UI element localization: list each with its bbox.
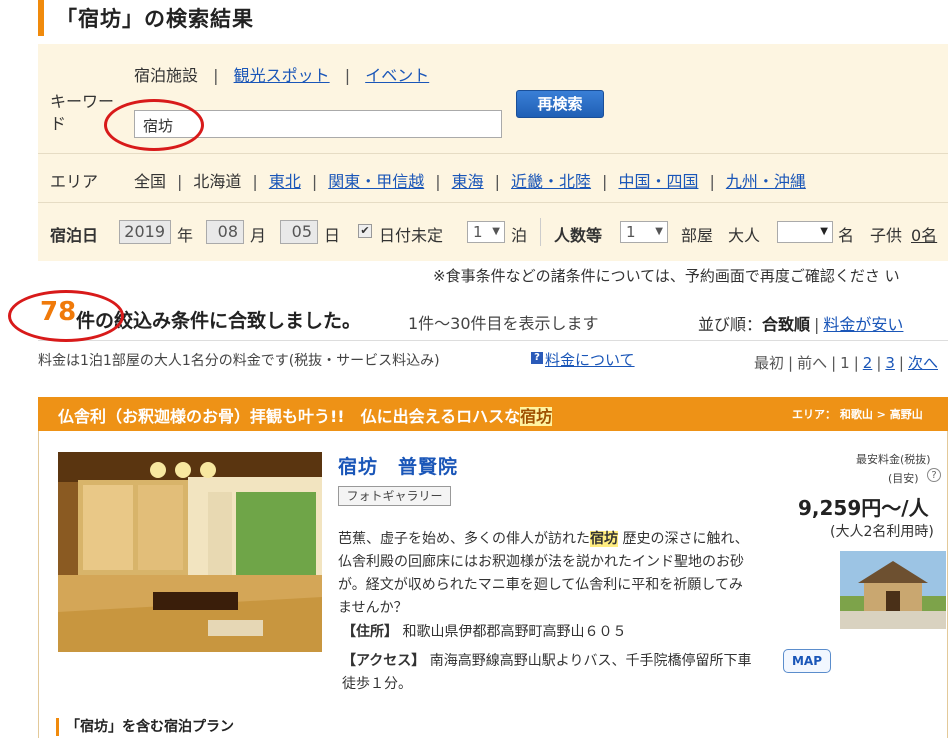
date-undecided-checkbox[interactable]: ✔ <box>358 224 372 238</box>
pager: 最初 | 前へ | 1 | 2 | 3 | 次へ <box>754 354 938 372</box>
listing-catch-text: 仏舎利（お釈迦様のお骨）拝観も叶う!! 仏に出会えるロハスな <box>58 407 521 426</box>
tab-lodging[interactable]: 宿泊施設 <box>134 66 198 85</box>
listing-catch: 仏舎利（お釈迦様のお骨）拝観も叶う!! 仏に出会えるロハスな宿坊 <box>58 403 553 427</box>
sort-price-link[interactable]: 料金が安い <box>823 315 903 334</box>
area-kinki[interactable]: 近畿・北陸 <box>511 172 591 191</box>
child-label: 子供 <box>870 226 903 245</box>
adult-unit: 名 <box>838 226 855 245</box>
research-button[interactable]: 再検索 <box>516 90 604 118</box>
help-icon[interactable]: ? <box>927 468 941 482</box>
area-kanto[interactable]: 関東・甲信越 <box>328 172 424 191</box>
title-accent-bar <box>38 0 44 36</box>
pager-page[interactable]: 2 <box>863 354 873 372</box>
price-value: 9,259円～/人 <box>798 496 929 520</box>
area-label: エリア <box>50 172 99 191</box>
inn-name-link[interactable]: 宿坊 普賢院 <box>338 452 458 479</box>
rooms-value: 1 <box>626 223 636 241</box>
area-hokkaido[interactable]: 北海道 <box>193 172 241 191</box>
question-icon: ? <box>531 352 543 364</box>
pager-page[interactable]: 1 <box>840 354 850 372</box>
price-sub: (目安) <box>888 472 919 485</box>
map-button[interactable]: MAP <box>783 649 831 673</box>
plan-heading: 「宿坊」を含む宿泊プラン <box>66 719 234 735</box>
inn-description: 芭蕉、虚子を始め、多くの俳人が訪れた宿坊 歴史の深さに触れ、仏舎利殿の回廊床には… <box>338 528 754 620</box>
people-label: 人数等 <box>554 226 603 245</box>
divider <box>38 340 948 341</box>
area-all[interactable]: 全国 <box>134 172 166 191</box>
area-list: 全国 | 北海道 | 東北 | 関東・甲信越 | 東海 | 近畿・北陸 | 中国・四国 | 九州・沖縄 <box>134 172 806 191</box>
tab-events[interactable]: イベント <box>365 66 429 85</box>
price-about-link[interactable]: 料金について <box>545 349 635 370</box>
area-kyushu[interactable]: 九州・沖縄 <box>726 172 806 191</box>
pager-prev[interactable]: 前へ <box>797 354 827 372</box>
pager-first[interactable]: 最初 <box>754 354 784 372</box>
year-unit: 年 <box>177 226 194 245</box>
nights-select[interactable]: 1 ▼ <box>467 221 505 243</box>
rooms-select[interactable]: 1 ▼ <box>620 221 668 243</box>
chevron-down-icon: ▼ <box>655 226 663 237</box>
inn-address: 【住所】 和歌山県伊都郡高野町高野山６０５ <box>342 621 626 641</box>
price-note: 料金は1泊1部屋の大人1名分の料金です(税抜・サービス料込み) <box>38 353 440 369</box>
chevron-down-icon: ▼ <box>492 226 500 237</box>
day-input[interactable]: 05 <box>280 220 318 244</box>
tab-spots[interactable]: 観光スポット <box>234 66 330 85</box>
date-undecided-label: 日付未定 <box>379 226 444 245</box>
pager-page[interactable]: 3 <box>885 354 895 372</box>
pager-next[interactable]: 次へ <box>908 354 938 372</box>
child-link[interactable]: 0名 <box>911 222 937 246</box>
rooms-unit: 部屋 <box>681 226 714 245</box>
nights-value: 1 <box>473 223 483 241</box>
month-unit: 月 <box>250 226 267 245</box>
date-label: 宿泊日 <box>50 226 99 245</box>
sort-control: 並び順：合致順 | 料金が安い <box>698 315 904 334</box>
year-input[interactable]: 2019 <box>119 220 171 244</box>
page-title: 「宿坊」の検索結果 <box>56 7 254 31</box>
sort-relevance[interactable]: 合致順 <box>762 315 810 334</box>
photo-gallery-button[interactable]: フォトギャラリー <box>338 486 451 506</box>
plan-accent-bar <box>56 718 59 736</box>
day-unit: 日 <box>324 226 341 245</box>
notice-text: ※食事条件などの諸条件については、予約画面で再度ご確認くださ い <box>433 267 900 285</box>
listing-catch-highlight: 宿坊 <box>520 407 553 426</box>
inn-photo[interactable] <box>58 452 322 652</box>
annotation-circle <box>8 290 124 342</box>
price-label: 最安料金(税抜) <box>856 453 931 466</box>
area-tohoku[interactable]: 東北 <box>269 172 301 191</box>
temple-thumbnail[interactable] <box>840 551 946 629</box>
nights-unit: 泊 <box>511 226 528 245</box>
adult-select[interactable]: ▼ <box>777 221 833 243</box>
chevron-down-icon: ▼ <box>820 226 828 237</box>
desc-text: 芭蕉、虚子を始め、多くの俳人が訪れた <box>338 531 590 547</box>
address-label: 【住所】 <box>342 624 398 640</box>
sort-label: 並び順： <box>698 315 763 334</box>
area-chugoku[interactable]: 中国・四国 <box>618 172 698 191</box>
search-tabs: 宿泊施設 | 観光スポット | イベント <box>134 66 430 85</box>
range-text: 1件～30件目を表示します <box>408 314 599 333</box>
adult-label: 大人 <box>728 226 761 245</box>
annotation-circle <box>104 99 204 151</box>
divider <box>38 202 948 203</box>
inn-access: 【アクセス】 南海高野線高野山駅よりバス、千手院橋停留所下車徒歩１分。 <box>342 650 758 696</box>
price-occupancy: (大人2名利用時) <box>830 524 934 540</box>
access-label: 【アクセス】 <box>342 653 426 669</box>
address-value: 和歌山県伊都郡高野町高野山６０５ <box>402 624 627 640</box>
divider <box>38 153 948 154</box>
desc-highlight: 宿坊 <box>590 531 618 547</box>
area-tokai[interactable]: 東海 <box>452 172 484 191</box>
divider <box>540 218 541 246</box>
listing-area: エリア： 和歌山 > 高野山 <box>792 408 923 421</box>
month-input[interactable]: 08 <box>206 220 244 244</box>
